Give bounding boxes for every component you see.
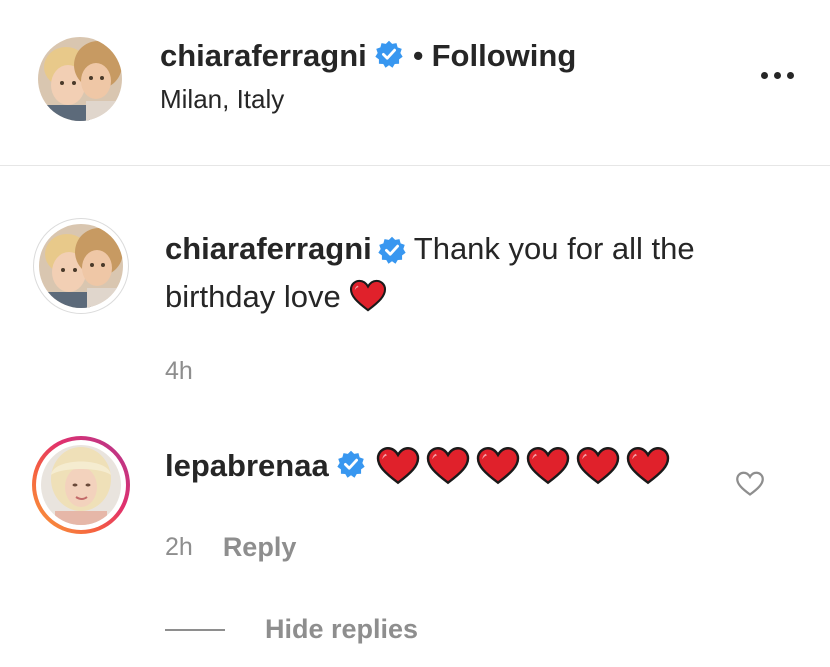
verified-badge-icon <box>375 40 403 73</box>
verified-badge-icon <box>378 228 406 274</box>
post-location[interactable]: Milan, Italy <box>160 84 284 115</box>
header-title-row: chiaraferragni • Following <box>160 38 576 74</box>
reply-timestamp[interactable]: 2h <box>165 533 193 562</box>
red-heart-icon <box>425 446 473 486</box>
post-header: chiaraferragni • Following Milan, Italy <box>0 0 830 166</box>
reply-hearts <box>375 446 675 486</box>
caption-author-avatar[interactable] <box>33 218 129 314</box>
verified-badge-icon <box>337 450 365 483</box>
reply-meta-row: 2h Reply <box>165 532 296 563</box>
red-heart-icon <box>349 279 387 314</box>
author-username[interactable]: chiaraferragni <box>160 38 367 74</box>
more-options-icon[interactable] <box>758 66 798 86</box>
commenter-avatar[interactable] <box>32 436 130 534</box>
caption-username[interactable]: chiaraferragni <box>165 231 372 266</box>
reply-comment: lepabrenaa <box>165 446 675 486</box>
heart-outline-icon[interactable] <box>735 470 765 498</box>
red-heart-icon <box>375 446 423 486</box>
caption-timestamp[interactable]: 4h <box>165 357 193 386</box>
red-heart-icon <box>525 446 573 486</box>
hide-replies-button[interactable]: Hide replies <box>165 614 418 645</box>
post-caption: chiaraferragni Thank you for all the bir… <box>165 226 785 320</box>
reply-button[interactable]: Reply <box>223 532 297 563</box>
author-avatar[interactable] <box>38 37 122 121</box>
hide-replies-label: Hide replies <box>265 614 419 644</box>
avatar-photo-icon <box>39 224 123 308</box>
avatar-photo-icon <box>38 37 122 121</box>
red-heart-icon <box>575 446 623 486</box>
reply-username[interactable]: lepabrenaa <box>165 448 329 484</box>
red-heart-icon <box>475 446 523 486</box>
avatar-photo-icon <box>41 445 121 525</box>
hide-replies-divider <box>165 628 225 631</box>
separator-dot: • <box>412 38 424 73</box>
following-button[interactable]: Following <box>432 38 577 74</box>
red-heart-icon <box>625 446 673 486</box>
